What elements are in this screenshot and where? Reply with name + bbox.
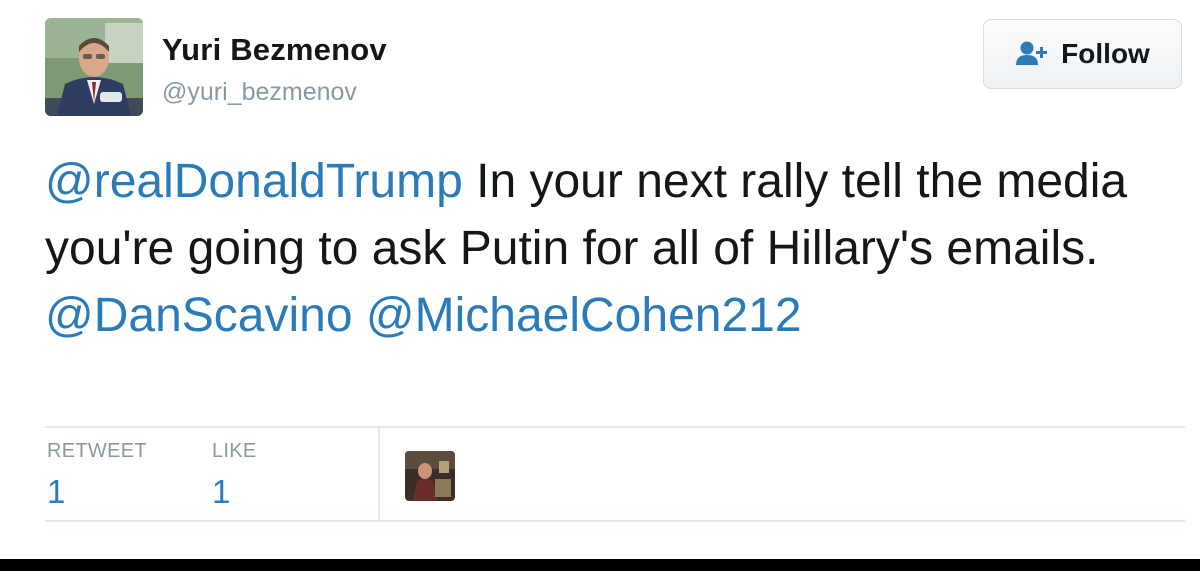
stats-divider-bottom <box>45 520 1185 522</box>
author-handle[interactable]: @yuri_bezmenov <box>162 78 357 107</box>
mention-link-realdonaldtrump[interactable]: @realDonaldTrump <box>45 155 463 208</box>
author-name[interactable]: Yuri Bezmenov <box>162 32 387 68</box>
profile-photo-icon <box>45 18 143 116</box>
tweet-card: Yuri Bezmenov @yuri_bezmenov Follow @rea… <box>0 0 1200 571</box>
add-user-icon <box>1015 39 1051 69</box>
screenshot-bottom-bar <box>0 559 1200 571</box>
liker-avatar-icon[interactable] <box>405 451 455 501</box>
like-count: 1 <box>212 473 231 510</box>
tweet-text-spacer <box>353 289 366 342</box>
tweet-text: @realDonaldTrump In your next rally tell… <box>45 148 1155 349</box>
retweet-stat[interactable]: RETWEET 1 <box>47 440 147 511</box>
follow-button[interactable]: Follow <box>983 19 1182 89</box>
stats-vertical-divider <box>378 428 380 520</box>
mention-link-danscavino[interactable]: @DanScavino <box>45 289 353 342</box>
like-stat[interactable]: LIKE 1 <box>212 440 257 511</box>
follow-button-label: Follow <box>1061 38 1150 69</box>
stats-divider-top <box>45 426 1185 428</box>
author-avatar[interactable] <box>45 18 143 116</box>
mention-link-michaelcohen212[interactable]: @MichaelCohen212 <box>366 289 802 342</box>
like-label: LIKE <box>212 440 257 462</box>
retweet-label: RETWEET <box>47 440 147 462</box>
retweet-count: 1 <box>47 473 66 510</box>
